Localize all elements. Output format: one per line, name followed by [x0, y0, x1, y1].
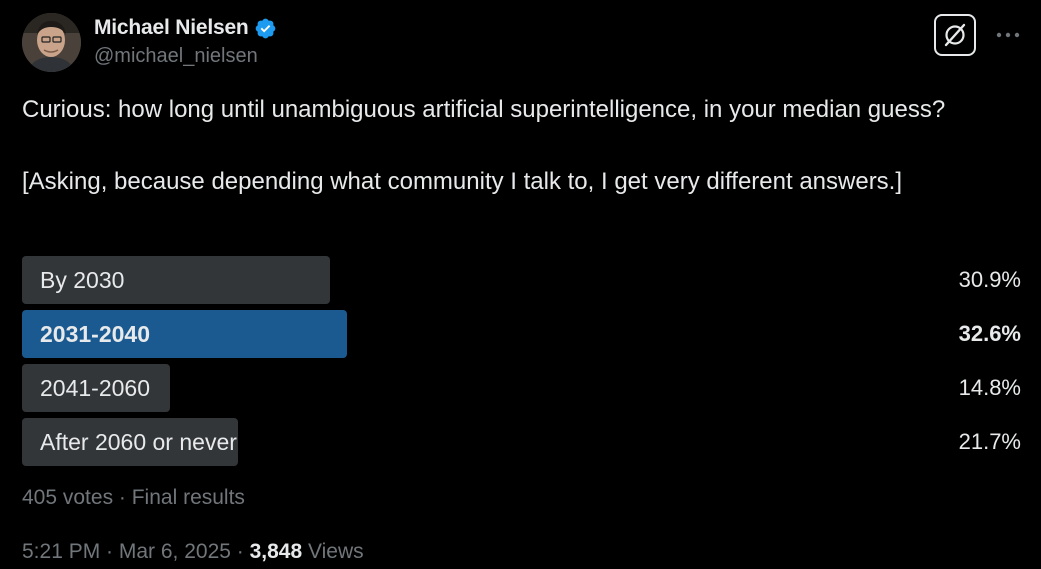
- grok-icon: [944, 23, 966, 47]
- poll-option-label: By 2030: [40, 267, 125, 293]
- poll-option-percent: 21.7%: [958, 429, 1021, 454]
- tweet-text-line: Curious: how long until unambiguous arti…: [22, 96, 946, 123]
- poll-option-label: 2031-2040: [40, 321, 150, 347]
- more-icon: [996, 32, 1020, 38]
- tweet-timestamp-row: 5:21 PM · Mar 6, 2025 · 3,848 Views: [22, 540, 364, 564]
- poll-option-percent: 14.8%: [958, 375, 1021, 400]
- grok-button[interactable]: [934, 14, 976, 56]
- poll-option: 2041-2060 14.8%: [22, 364, 1021, 412]
- poll-option: By 2030 30.9%: [22, 256, 1021, 304]
- avatar-image: [22, 13, 81, 72]
- views-count: 3,848: [249, 540, 303, 563]
- avatar[interactable]: [22, 13, 81, 72]
- verified-badge-icon[interactable]: [254, 17, 277, 40]
- more-options-button[interactable]: [993, 20, 1023, 50]
- tweet-text: Curious: how long until unambiguous arti…: [22, 92, 1012, 200]
- poll-option-label: After 2060 or never: [40, 429, 237, 455]
- poll-option-label: 2041-2060: [40, 375, 150, 401]
- views-label: Views: [302, 540, 364, 563]
- poll-option: After 2060 or never 21.7%: [22, 418, 1021, 466]
- poll-option-percent: 30.9%: [958, 267, 1021, 292]
- poll: By 2030 30.9% 2031-2040 32.6% 2041-2060 …: [22, 256, 1021, 472]
- poll-option-percent: 32.6%: [958, 321, 1021, 346]
- author-name-row[interactable]: Michael Nielsen: [94, 14, 277, 42]
- poll-results-meta: 405 votes · Final results: [22, 486, 245, 509]
- tweet-timestamp[interactable]: 5:21 PM · Mar 6, 2025 ·: [22, 540, 250, 563]
- author-handle[interactable]: @michael_nielsen: [94, 45, 258, 68]
- tweet-text-line: [Asking, because depending what communit…: [22, 168, 903, 195]
- author-display-name[interactable]: Michael Nielsen: [94, 16, 249, 40]
- poll-option: 2031-2040 32.6%: [22, 310, 1021, 358]
